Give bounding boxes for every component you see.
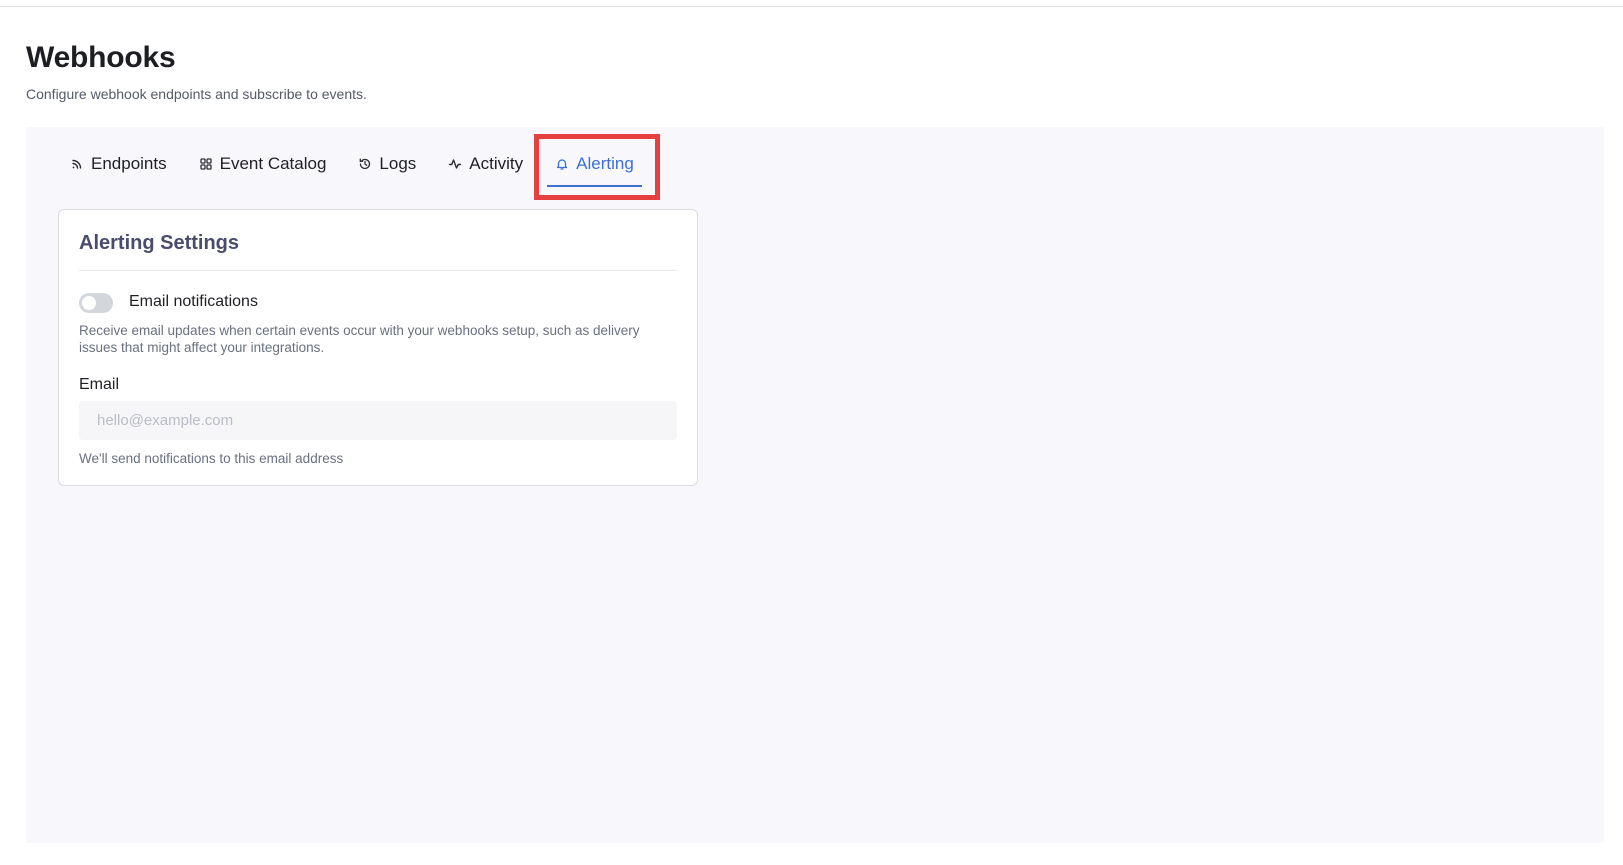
top-divider — [0, 6, 1623, 7]
tab-bar: Endpoints Event Catalog Logs Activity Al… — [70, 141, 650, 187]
toggle-knob — [82, 296, 96, 310]
tab-label: Logs — [379, 154, 417, 173]
email-field[interactable] — [79, 401, 677, 440]
email-notifications-label: Email notifications — [129, 293, 258, 310]
card-title: Alerting Settings — [79, 232, 240, 254]
page-subtitle: Configure webhook endpoints and subscrib… — [26, 86, 367, 102]
page-title: Webhooks — [26, 41, 176, 74]
email-notifications-toggle[interactable] — [79, 293, 113, 313]
tab-endpoints[interactable]: Endpoints — [70, 141, 183, 187]
email-help-text: We'll send notifications to this email a… — [79, 451, 344, 466]
tab-event-catalog[interactable]: Event Catalog — [183, 141, 343, 187]
tab-alerting[interactable]: Alerting — [539, 141, 650, 187]
activity-icon — [448, 157, 462, 171]
tab-label: Event Catalog — [219, 154, 327, 173]
tab-activity[interactable]: Activity — [432, 141, 539, 187]
card-divider — [79, 270, 677, 271]
email-field-label: Email — [79, 376, 120, 393]
tab-label: Alerting — [576, 154, 634, 173]
history-icon — [358, 157, 372, 171]
alerting-settings-card: Alerting Settings Email notifications Re… — [58, 209, 698, 486]
tab-label: Endpoints — [91, 154, 167, 173]
page-header: Webhooks Configure webhook endpoints and… — [26, 38, 367, 103]
grid-icon — [199, 157, 213, 171]
email-notifications-description: Receive email updates when certain event… — [79, 323, 640, 355]
tab-label: Activity — [469, 154, 524, 173]
webhooks-panel: Endpoints Event Catalog Logs Activity Al… — [26, 127, 1604, 843]
bell-icon — [555, 157, 569, 171]
tab-logs[interactable]: Logs — [342, 141, 432, 187]
rss-icon — [70, 157, 84, 171]
